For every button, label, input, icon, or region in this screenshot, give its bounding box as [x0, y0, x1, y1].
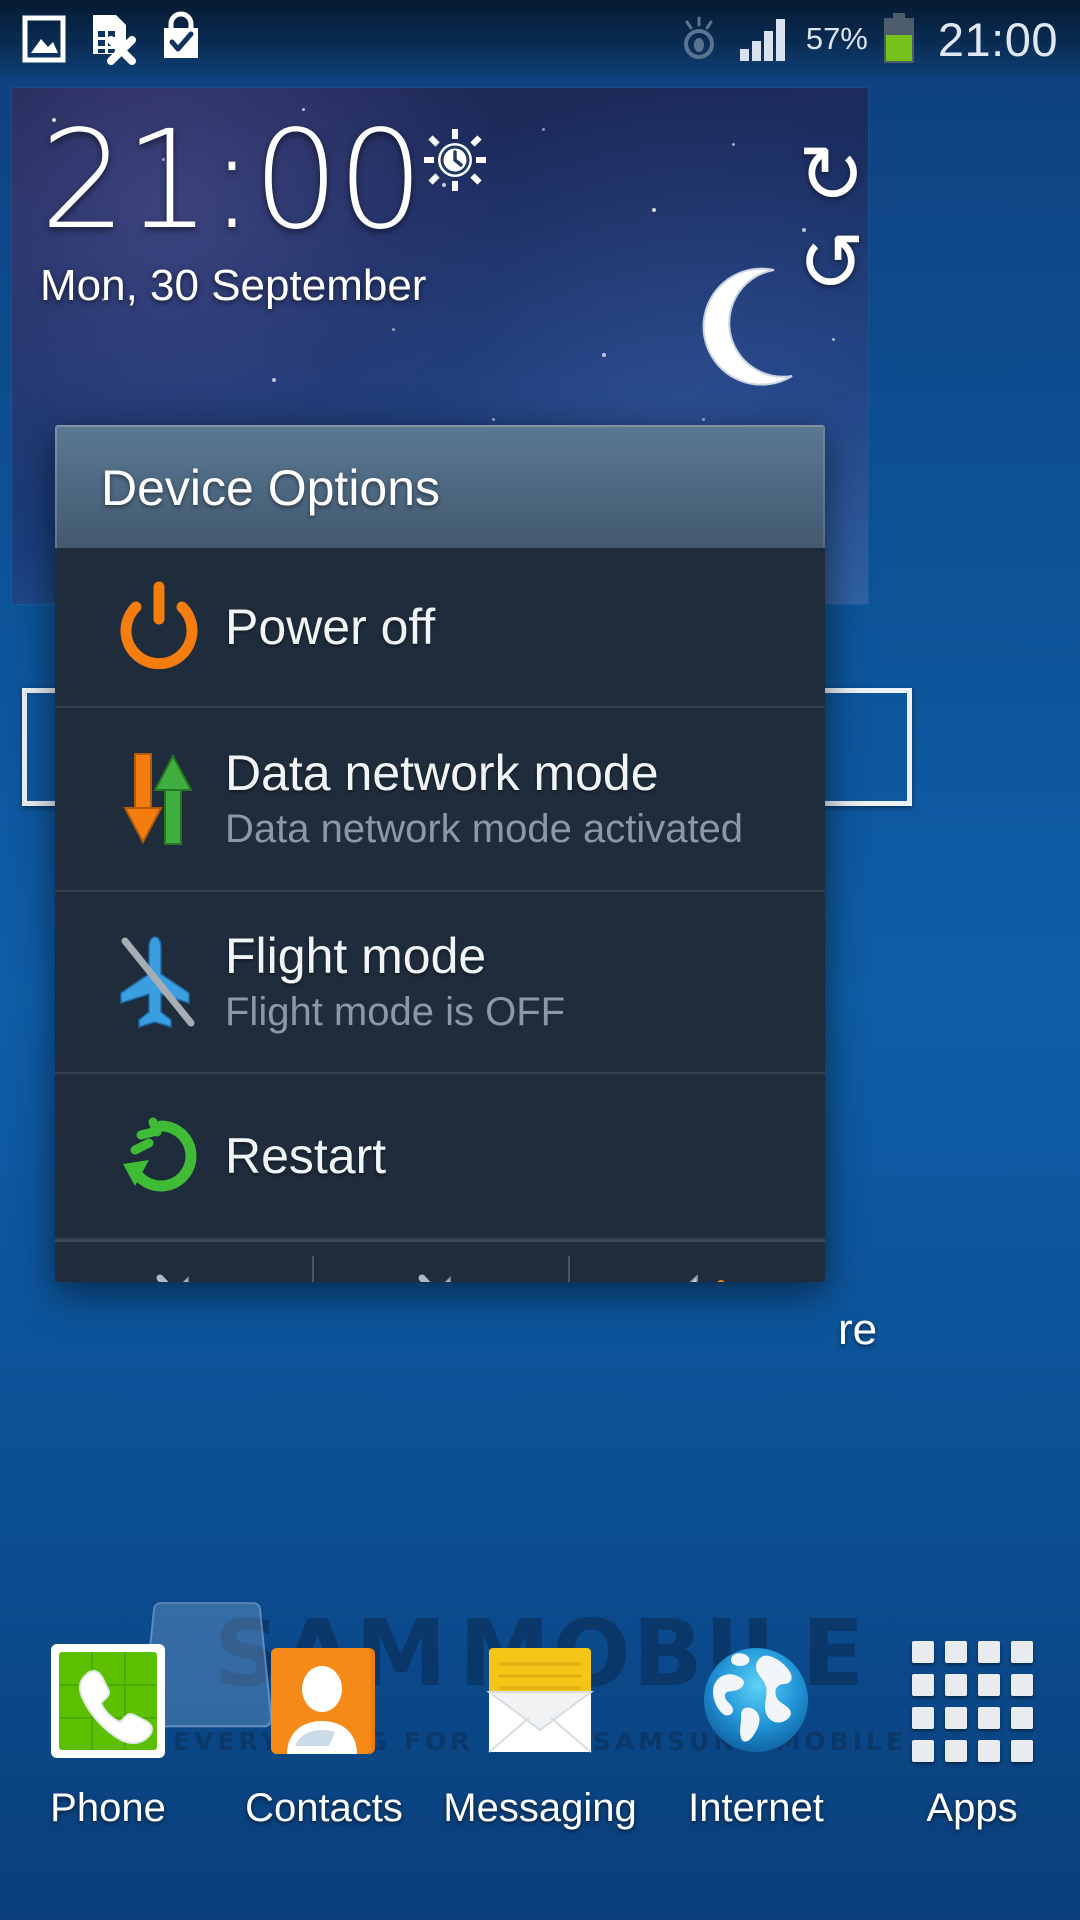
alarm-clock-icon [422, 127, 488, 193]
battery-percent-label: 57% [806, 21, 868, 57]
smart-stay-eye-icon [674, 15, 724, 63]
dock-item-phone[interactable]: Phone [0, 1620, 216, 1920]
option-title: Data network mode [225, 745, 743, 801]
status-bar-left-icons [0, 12, 204, 66]
airplane-off-icon [93, 931, 225, 1033]
status-bar-clock: 21:00 [930, 16, 1058, 63]
dock-item-internet[interactable]: Internet [648, 1620, 864, 1920]
dock-item-label: Internet [688, 1786, 824, 1831]
play-store-icon [158, 12, 204, 66]
sound-mode-sound[interactable]: Sound [568, 1242, 825, 1282]
dialog-header: Device Options [55, 425, 825, 548]
image-icon [22, 13, 66, 65]
clock-widget-date: Mon, 30 September [40, 261, 426, 311]
contacts-icon [265, 1642, 383, 1760]
dock-item-messaging[interactable]: Messaging [432, 1620, 648, 1920]
option-title: Power off [225, 599, 435, 655]
dialog-body: Power off [55, 548, 825, 1282]
phone-icon [49, 1642, 167, 1760]
dialog-title: Device Options [57, 459, 440, 517]
dock-item-contacts[interactable]: Contacts [216, 1620, 432, 1920]
option-restart[interactable]: Restart [55, 1074, 825, 1240]
clock-widget-time: 21:00 [40, 113, 426, 249]
option-subtitle: Flight mode is OFF [225, 988, 565, 1036]
option-data-network-mode-text: Data network mode Data network mode acti… [225, 745, 743, 853]
status-bar: 57% 21:00 [0, 0, 1080, 78]
battery-icon [882, 13, 916, 65]
home-screen: 57% 21:00 [0, 0, 1080, 1920]
restart-icon [93, 1108, 225, 1204]
globe-icon [697, 1642, 815, 1760]
clock-widget[interactable]: 21:00 Mon, 30 September [40, 113, 426, 311]
device-options-dialog: Device Options Power off [55, 425, 825, 1282]
dock-item-label: Messaging [443, 1786, 636, 1831]
partial-widget-glyph-2: ↺ [798, 216, 865, 309]
status-bar-right-icons: 57% 21:00 [674, 13, 1080, 65]
power-icon [93, 581, 225, 673]
option-title: Flight mode [225, 928, 565, 984]
dock-item-apps[interactable]: Apps [864, 1620, 1080, 1920]
crescent-moon-icon [696, 266, 806, 386]
signal-bars-icon [738, 15, 792, 63]
dock-item-label: Phone [50, 1786, 166, 1831]
dock-item-label: Contacts [245, 1786, 403, 1831]
option-flight-mode-text: Flight mode Flight mode is OFF [225, 928, 565, 1036]
speaker-mute-icon [144, 1266, 222, 1282]
dock-item-label: Apps [926, 1786, 1017, 1831]
option-power-off-text: Power off [225, 599, 435, 655]
partial-widget-text: re [838, 1305, 877, 1355]
sound-mode-vibrate[interactable]: Vibrate [312, 1242, 569, 1282]
option-power-off[interactable]: Power off [55, 548, 825, 708]
sound-mode-selector: Mute [55, 1240, 825, 1282]
partial-widget-glyph-1: ↻ [798, 128, 865, 221]
option-data-network-mode[interactable]: Data network mode Data network mode acti… [55, 708, 825, 892]
option-restart-text: Restart [225, 1128, 386, 1184]
option-subtitle: Data network mode activated [225, 805, 743, 853]
messaging-icon [481, 1642, 599, 1760]
data-transfer-arrows-icon [93, 746, 225, 852]
option-flight-mode[interactable]: Flight mode Flight mode is OFF [55, 892, 825, 1074]
speaker-vibrate-icon [394, 1266, 486, 1282]
sound-mode-mute[interactable]: Mute [55, 1242, 312, 1282]
sim-card-removed-icon [88, 12, 136, 66]
speaker-sound-icon [651, 1266, 743, 1282]
option-title: Restart [225, 1128, 386, 1184]
dock: Phone Contacts [0, 1620, 1080, 1920]
apps-grid-icon [913, 1642, 1031, 1760]
